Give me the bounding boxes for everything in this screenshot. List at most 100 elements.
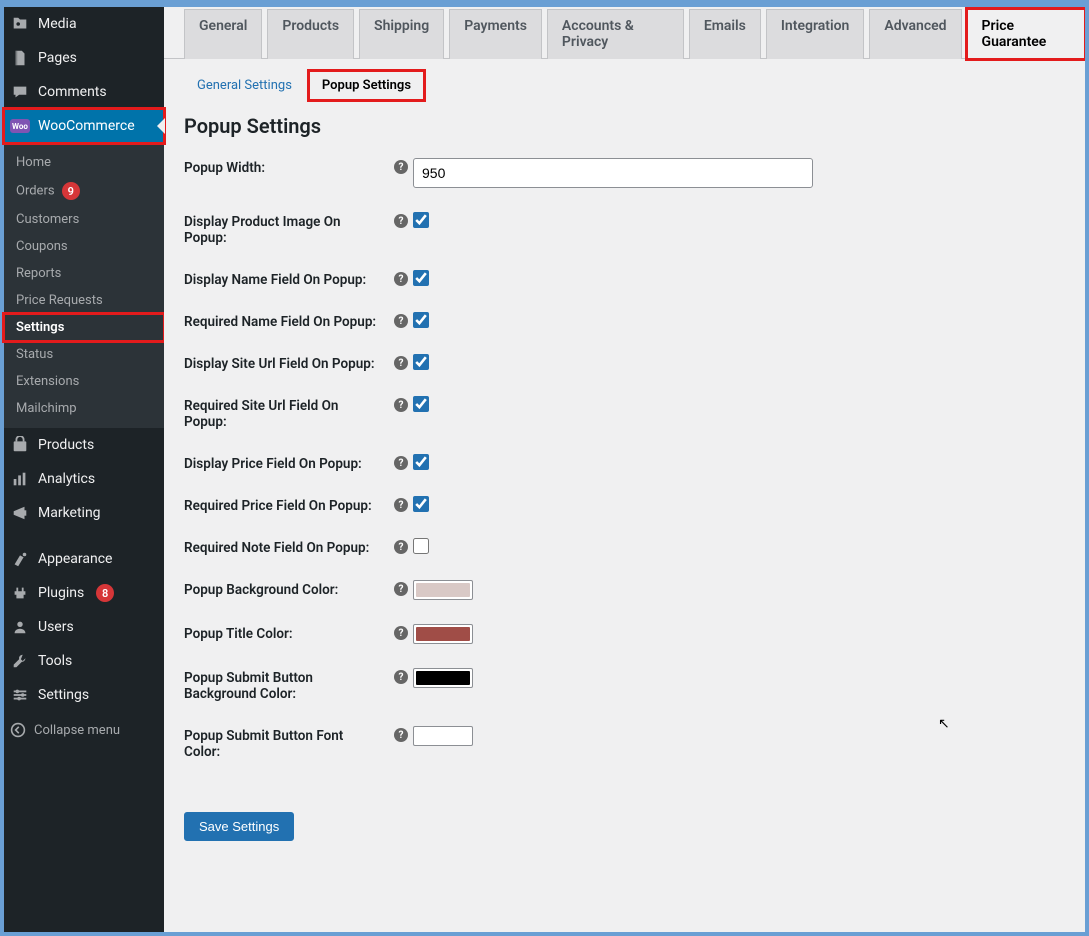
sidebar-item-marketing[interactable]: Marketing xyxy=(4,496,164,530)
label-btn-font: Popup Submit Button Font Color: xyxy=(184,724,389,760)
submenu-orders[interactable]: Orders 9 xyxy=(4,176,164,206)
sidebar-item-label: Tools xyxy=(38,653,72,669)
admin-sidebar: Media Pages Comments Woo WooCommerce Hom… xyxy=(4,7,164,932)
tab-price-guarantee[interactable]: Price Guarantee xyxy=(967,9,1085,59)
help-icon[interactable]: ? xyxy=(389,452,413,470)
label-bg-color: Popup Background Color: xyxy=(184,578,389,598)
checkbox-required-site[interactable] xyxy=(413,396,429,412)
sidebar-item-products[interactable]: Products xyxy=(4,428,164,462)
submenu-label: Orders xyxy=(16,184,55,199)
help-icon[interactable]: ? xyxy=(389,578,413,596)
sidebar-item-comments[interactable]: Comments xyxy=(4,75,164,109)
sidebar-item-settings[interactable]: Settings xyxy=(4,678,164,712)
collapse-icon xyxy=(10,722,26,738)
products-icon xyxy=(10,435,30,455)
submenu-coupons[interactable]: Coupons xyxy=(4,233,164,260)
label-display-site: Display Site Url Field On Popup: xyxy=(184,352,389,372)
subtab-general-settings[interactable]: General Settings xyxy=(184,71,305,100)
submenu-customers[interactable]: Customers xyxy=(4,206,164,233)
media-icon xyxy=(10,14,30,34)
plugins-icon xyxy=(10,583,30,603)
settings-icon xyxy=(10,685,30,705)
sidebar-item-label: Plugins xyxy=(38,585,84,601)
checkbox-required-price[interactable] xyxy=(413,496,429,512)
submenu-price-requests[interactable]: Price Requests xyxy=(4,287,164,314)
help-icon[interactable]: ? xyxy=(389,156,413,174)
checkbox-display-name[interactable] xyxy=(413,270,429,286)
sidebar-item-plugins[interactable]: Plugins 8 xyxy=(4,576,164,610)
sidebar-item-users[interactable]: Users xyxy=(4,610,164,644)
users-icon xyxy=(10,617,30,637)
woocommerce-icon: Woo xyxy=(10,116,30,136)
plugins-badge: 8 xyxy=(96,584,114,602)
help-icon[interactable]: ? xyxy=(389,666,413,684)
label-required-price: Required Price Field On Popup: xyxy=(184,494,389,514)
sidebar-item-label: WooCommerce xyxy=(38,118,135,134)
submenu-reports[interactable]: Reports xyxy=(4,260,164,287)
collapse-menu[interactable]: Collapse menu xyxy=(4,712,164,748)
marketing-icon xyxy=(10,503,30,523)
checkbox-display-price[interactable] xyxy=(413,454,429,470)
save-button[interactable]: Save Settings xyxy=(184,812,294,841)
help-icon[interactable]: ? xyxy=(389,310,413,328)
sidebar-item-label: Pages xyxy=(38,50,77,66)
checkbox-display-image[interactable] xyxy=(413,212,429,228)
tab-general[interactable]: General xyxy=(184,9,262,59)
color-bg[interactable] xyxy=(413,580,473,600)
help-icon[interactable]: ? xyxy=(389,352,413,370)
sub-tabs: General Settings Popup Settings xyxy=(164,59,1085,108)
sidebar-item-label: Marketing xyxy=(38,505,101,521)
subtab-popup-settings[interactable]: Popup Settings xyxy=(309,71,424,100)
sidebar-item-appearance[interactable]: Appearance xyxy=(4,542,164,576)
tab-advanced[interactable]: Advanced xyxy=(869,9,961,59)
sidebar-item-label: Comments xyxy=(38,84,107,100)
sidebar-item-woocommerce[interactable]: Woo WooCommerce xyxy=(4,109,164,143)
settings-tabs: General Products Shipping Payments Accou… xyxy=(164,7,1085,59)
input-popup-width[interactable] xyxy=(413,158,813,188)
label-title-color: Popup Title Color: xyxy=(184,622,389,642)
tab-shipping[interactable]: Shipping xyxy=(359,9,444,59)
help-icon[interactable]: ? xyxy=(389,724,413,742)
submenu-home[interactable]: Home xyxy=(4,149,164,176)
checkbox-required-note[interactable] xyxy=(413,538,429,554)
label-required-site: Required Site Url Field On Popup: xyxy=(184,394,389,430)
tab-emails[interactable]: Emails xyxy=(689,9,761,59)
submenu-status[interactable]: Status xyxy=(4,341,164,368)
help-icon[interactable]: ? xyxy=(389,622,413,640)
tab-products[interactable]: Products xyxy=(267,9,354,59)
appearance-icon xyxy=(10,549,30,569)
tab-payments[interactable]: Payments xyxy=(449,9,542,59)
help-icon[interactable]: ? xyxy=(389,210,413,228)
label-display-name: Display Name Field On Popup: xyxy=(184,268,389,288)
main-content: General Products Shipping Payments Accou… xyxy=(164,7,1085,932)
sidebar-item-analytics[interactable]: Analytics xyxy=(4,462,164,496)
comment-icon xyxy=(10,82,30,102)
tab-integration[interactable]: Integration xyxy=(766,9,864,59)
submenu-mailchimp[interactable]: Mailchimp xyxy=(4,395,164,422)
color-title[interactable] xyxy=(413,624,473,644)
label-display-price: Display Price Field On Popup: xyxy=(184,452,389,472)
tab-accounts[interactable]: Accounts & Privacy xyxy=(547,9,684,59)
color-btn-bg[interactable] xyxy=(413,668,473,688)
help-icon[interactable]: ? xyxy=(389,494,413,512)
collapse-label: Collapse menu xyxy=(34,723,120,738)
woocommerce-submenu: Home Orders 9 Customers Coupons Reports … xyxy=(4,143,164,428)
sidebar-item-pages[interactable]: Pages xyxy=(4,41,164,75)
submenu-settings[interactable]: Settings xyxy=(4,314,164,341)
checkbox-display-site[interactable] xyxy=(413,354,429,370)
sidebar-item-label: Appearance xyxy=(38,551,112,567)
sidebar-item-label: Users xyxy=(38,619,74,635)
label-required-note: Required Note Field On Popup: xyxy=(184,536,389,556)
page-title: Popup Settings xyxy=(184,114,1065,138)
color-btn-font[interactable] xyxy=(413,726,473,746)
sidebar-item-media[interactable]: Media xyxy=(4,7,164,41)
checkbox-required-name[interactable] xyxy=(413,312,429,328)
label-required-name: Required Name Field On Popup: xyxy=(184,310,389,330)
label-popup-width: Popup Width: xyxy=(184,156,389,176)
help-icon[interactable]: ? xyxy=(389,268,413,286)
sidebar-item-label: Products xyxy=(38,437,94,453)
help-icon[interactable]: ? xyxy=(389,536,413,554)
submenu-extensions[interactable]: Extensions xyxy=(4,368,164,395)
sidebar-item-tools[interactable]: Tools xyxy=(4,644,164,678)
help-icon[interactable]: ? xyxy=(389,394,413,412)
